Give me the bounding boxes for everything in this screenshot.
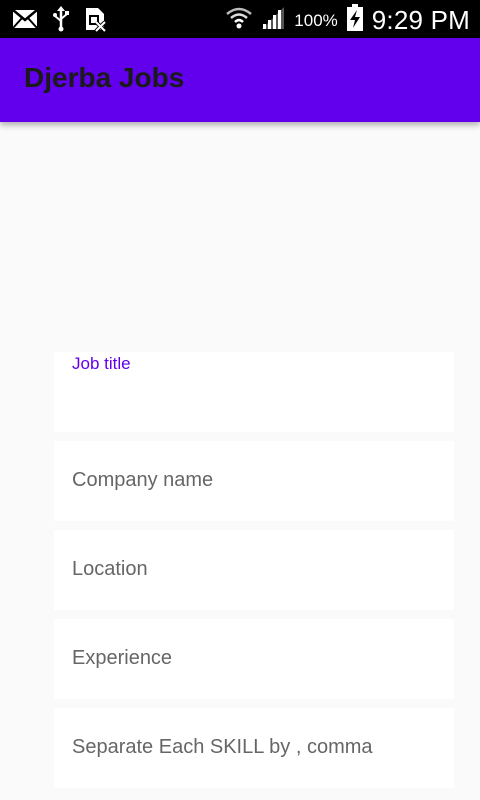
job-title-label: Job title: [72, 354, 131, 373]
location-input[interactable]: [72, 574, 436, 600]
skills-field[interactable]: Separate Each SKILL by , comma: [54, 708, 454, 788]
signal-icon: [260, 5, 286, 36]
experience-field[interactable]: Experience: [54, 619, 454, 699]
app-title: Djerba Jobs: [24, 62, 185, 93]
location-field[interactable]: Location: [54, 530, 454, 610]
job-title-input[interactable]: [72, 396, 436, 422]
status-bar: 100% 9:29 PM: [0, 0, 480, 38]
clock: 9:29 PM: [371, 5, 470, 35]
skills-input[interactable]: [72, 752, 436, 778]
experience-input[interactable]: [72, 663, 436, 689]
company-name-field[interactable]: Company name: [54, 441, 454, 521]
no-sim-icon: [84, 6, 107, 37]
battery-charging-icon: [346, 4, 364, 37]
usb-icon: [52, 6, 70, 37]
job-title-field[interactable]: Job title: [54, 352, 454, 432]
app-bar: Djerba Jobs: [0, 38, 480, 122]
battery-percent: 100%: [294, 10, 338, 30]
company-name-input[interactable]: [72, 485, 436, 511]
mail-icon: [12, 9, 38, 34]
wifi-icon: [226, 5, 253, 36]
